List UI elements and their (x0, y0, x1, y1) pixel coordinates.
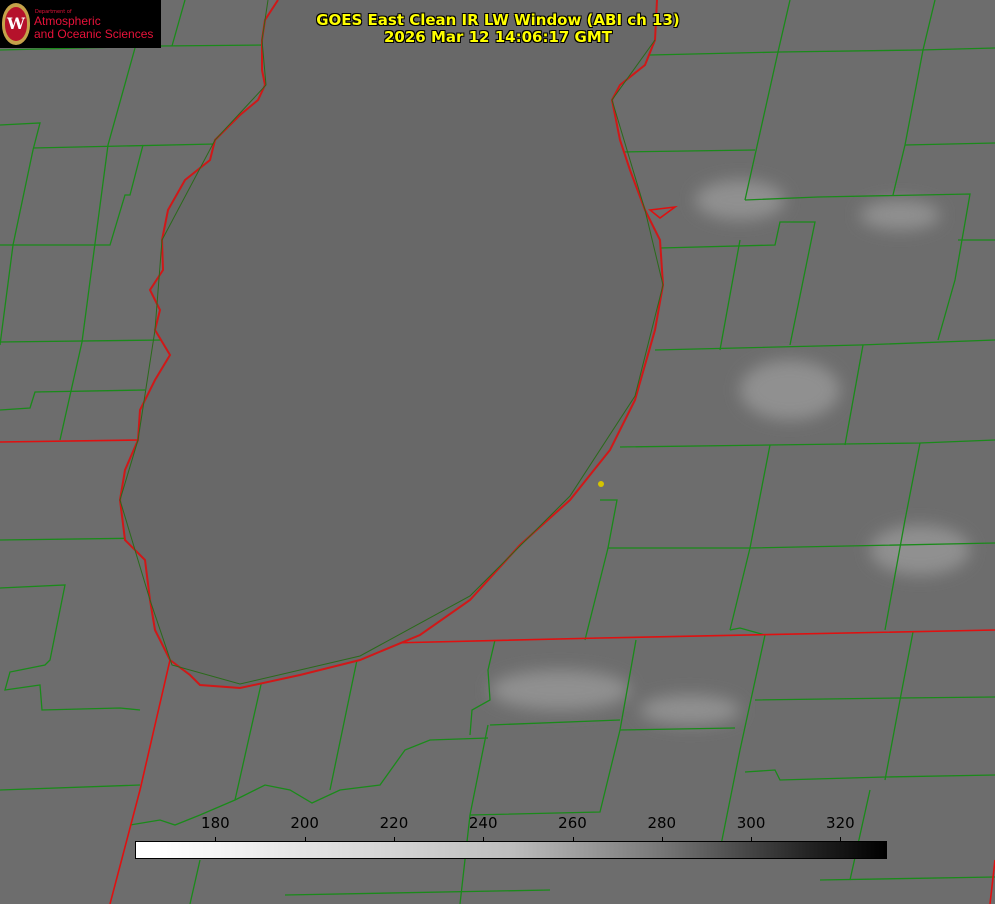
colorbar (135, 841, 887, 859)
colorbar-tick-mark (215, 837, 217, 842)
lake-michigan-shoreline (118, 0, 665, 690)
colorbar-tick-mark (483, 837, 485, 842)
image-title: GOES East Clean IR LW Window (ABI ch 13)… (250, 12, 746, 46)
colorbar-tick-label: 260 (558, 814, 587, 832)
colorbar-tick-mark (661, 837, 663, 842)
colorbar-tick-label: 180 (201, 814, 230, 832)
colorbar-tick-label: 320 (826, 814, 855, 832)
logo-line1: Atmospheric (34, 14, 101, 28)
colorbar-tick-mark (304, 837, 306, 842)
uw-crest-icon: W (2, 3, 30, 45)
colorbar-tick-label: 240 (468, 814, 498, 832)
colorbar-tick-mark (840, 837, 842, 842)
colorbar-tick-label: 200 (290, 814, 319, 832)
colorbar-tick-label: 220 (379, 814, 409, 832)
satellite-image-viewer: W Department of Atmospheric and Oceanic … (0, 0, 995, 904)
timestamp: 2026 Mar 12 14:06:17 GMT (383, 28, 613, 46)
location-marker (598, 481, 604, 487)
colorbar-tick-mark (393, 837, 395, 842)
satellite-map (0, 0, 995, 904)
logo-line2: and Oceanic Sciences (34, 27, 154, 41)
product-title: GOES East Clean IR LW Window (ABI ch 13) (316, 11, 680, 29)
colorbar-tick-mark (572, 837, 574, 842)
colorbar-tick-mark (751, 837, 753, 842)
aos-logo: W Department of Atmospheric and Oceanic … (0, 0, 161, 48)
crest-letter: W (5, 7, 27, 41)
colorbar-tick-label: 280 (647, 814, 677, 832)
colorbar-tick-label: 300 (736, 814, 766, 832)
